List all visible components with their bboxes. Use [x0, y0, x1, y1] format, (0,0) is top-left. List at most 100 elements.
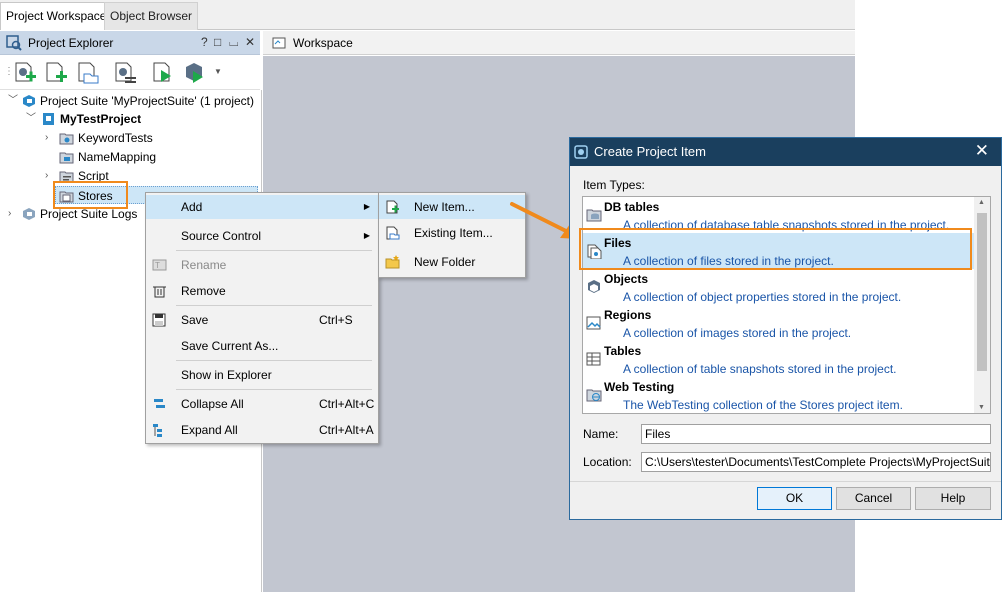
submenu-arrow-icon: ▶ [363, 202, 370, 211]
menu-item-label: New Item... [414, 200, 475, 214]
context-menu: Add ▶ Source Control ▶ T Rename Remove S… [145, 192, 379, 444]
tree-item-mytestproject[interactable]: ﹀ MyTestProject [0, 110, 260, 128]
menu-item-save-current-as[interactable]: Save Current As... [146, 334, 378, 358]
dialog-app-icon [574, 145, 588, 159]
dialog-title: Create Project Item [594, 144, 706, 159]
item-name: Web Testing [604, 380, 675, 394]
menu-item-label: Rename [181, 258, 227, 272]
tree-item-keywordtests[interactable]: › KeywordTests [0, 129, 260, 147]
project-explorer-toolbar: ⋮ ▼ [0, 56, 260, 90]
menu-item-new-item[interactable]: New Item... [379, 195, 525, 219]
collapse-all-icon [154, 399, 165, 408]
item-name: Regions [604, 308, 652, 322]
collapsed-chevron-icon[interactable]: › [8, 205, 11, 223]
list-scrollbar[interactable]: ▲ ▼ [974, 197, 990, 413]
menu-item-label: New Folder [414, 255, 476, 269]
dropdown-icon[interactable]: ▼ [214, 67, 222, 76]
properties-icon[interactable] [113, 61, 137, 85]
menu-item-source-control[interactable]: Source Control ▶ [146, 224, 378, 248]
item-description: A collection of object properties stored… [623, 290, 902, 304]
suite-icon [23, 95, 35, 107]
tree-item-label: Project Suite 'MyProjectSuite' (1 projec… [40, 94, 254, 108]
list-item-objects[interactable]: Objects A collection of object propertie… [583, 269, 975, 305]
workspace-title: Workspace [293, 36, 353, 50]
tab-project-workspace[interactable]: Project Workspace [0, 2, 113, 30]
menu-separator [176, 360, 372, 361]
menu-separator [176, 250, 372, 251]
menu-shortcut: Ctrl+Alt+A [319, 423, 374, 437]
svg-text:T: T [155, 261, 160, 270]
workspace-header: Workspace [263, 31, 855, 55]
logs-icon [23, 208, 35, 220]
expanded-chevron-icon[interactable]: ﹀ [8, 92, 18, 110]
rename-icon: T [152, 259, 167, 271]
list-item-tables[interactable]: Tables A collection of table snapshots s… [583, 341, 975, 377]
tree-item-label: NameMapping [78, 150, 157, 164]
expand-all-icon [153, 424, 162, 437]
menu-item-new-folder[interactable]: New Folder [379, 250, 525, 274]
menu-item-remove[interactable]: Remove [146, 279, 378, 303]
menu-item-label: Save Current As... [181, 339, 279, 353]
menu-shortcut: Ctrl+S [319, 313, 353, 327]
scrollbar-thumb[interactable] [977, 213, 987, 371]
scroll-up-icon[interactable]: ▲ [978, 199, 985, 206]
tab-object-browser[interactable]: Object Browser [104, 2, 199, 30]
float-window-icon[interactable]: □ [214, 35, 221, 49]
new-folder-icon [385, 255, 400, 269]
menu-item-collapse-all[interactable]: Collapse All Ctrl+Alt+C [146, 392, 378, 416]
close-icon[interactable]: ✕ [975, 141, 989, 161]
pin-icon[interactable]: ⌴ [229, 35, 239, 50]
tree-item-project-suite[interactable]: ﹀ Project Suite 'MyProjectSuite' (1 proj… [0, 92, 260, 110]
project-explorer-icon [6, 35, 22, 51]
cancel-button[interactable]: Cancel [836, 487, 911, 510]
ok-button[interactable]: OK [757, 487, 832, 510]
tree-item-script[interactable]: › Script [0, 167, 260, 185]
help-icon[interactable]: ? [201, 35, 208, 49]
collapsed-chevron-icon[interactable]: › [45, 129, 48, 147]
stores-highlight-box [53, 181, 128, 209]
project-icon [43, 113, 54, 125]
menu-item-save[interactable]: Save Ctrl+S [146, 308, 378, 332]
menu-item-label: Expand All [181, 423, 238, 437]
item-description: The WebTesting collection of the Stores … [623, 398, 903, 412]
expanded-chevron-icon[interactable]: ﹀ [26, 110, 36, 128]
list-item-web-testing[interactable]: Web Testing The WebTesting collection of… [583, 377, 975, 413]
location-field[interactable]: C:\Users\tester\Documents\TestComplete P… [641, 452, 991, 472]
menu-item-expand-all[interactable]: Expand All Ctrl+Alt+A [146, 418, 378, 442]
trash-icon [153, 286, 166, 298]
item-description: A collection of table snapshots stored i… [623, 362, 897, 376]
menu-separator [176, 389, 372, 390]
db-tables-icon [586, 209, 602, 222]
tree-item-label: MyTestProject [60, 112, 142, 126]
run-icon[interactable] [151, 61, 175, 85]
menu-item-existing-item[interactable]: Existing Item... [379, 221, 525, 245]
menu-item-label: Show in Explorer [181, 368, 272, 382]
item-types-label: Item Types: [583, 178, 645, 192]
menu-separator [176, 305, 372, 306]
open-folder-icon[interactable] [76, 61, 100, 85]
name-mapping-icon [59, 152, 74, 164]
name-field[interactable]: Files [641, 424, 991, 444]
menu-item-rename[interactable]: T Rename [146, 253, 378, 277]
add-item-icon[interactable] [44, 61, 68, 85]
run-options-icon[interactable] [182, 61, 206, 85]
collapsed-chevron-icon[interactable]: › [45, 167, 48, 185]
regions-icon [586, 316, 601, 330]
help-button[interactable]: Help [915, 487, 991, 510]
scroll-down-icon[interactable]: ▼ [978, 404, 985, 411]
project-explorer-header: Project Explorer ? □ ⌴ ✕ [0, 31, 260, 55]
name-label: Name: [583, 427, 619, 441]
menu-item-add[interactable]: Add ▶ [146, 195, 378, 219]
menu-item-show-in-explorer[interactable]: Show in Explorer [146, 363, 378, 387]
dialog-divider [570, 481, 1001, 482]
list-item-regions[interactable]: Regions A collection of images stored in… [583, 305, 975, 341]
submenu-arrow-icon: ▶ [363, 231, 370, 240]
add-project-icon[interactable] [13, 61, 37, 85]
existing-item-icon [386, 226, 400, 240]
tree-item-namemapping[interactable]: NameMapping [0, 148, 260, 166]
close-panel-icon[interactable]: ✕ [245, 35, 255, 49]
menu-shortcut: Ctrl+Alt+C [319, 397, 375, 411]
project-explorer-title: Project Explorer [28, 36, 114, 50]
add-submenu: New Item... Existing Item... New Folder [378, 192, 526, 278]
files-highlight-box [579, 228, 972, 270]
